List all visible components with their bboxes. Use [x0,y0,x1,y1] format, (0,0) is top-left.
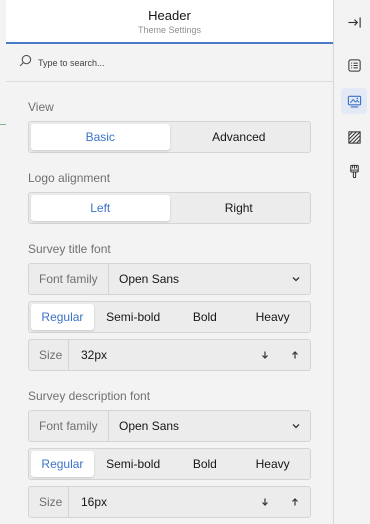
description-size-label: Size [29,487,69,517]
title-font-family-dropdown[interactable]: Font family Open Sans [28,263,311,295]
title-weight-bold[interactable]: Bold [172,304,237,330]
arrow-down-icon[interactable] [250,487,280,517]
settings-content: View Basic Advanced Logo alignment Left … [6,100,333,518]
title-font-weight-toggle: Regular Semi-bold Bold Heavy [28,301,311,333]
description-font-family-value: Open Sans [119,419,180,433]
title-size-label: Size [29,340,69,370]
arrow-down-icon[interactable] [250,340,280,370]
logo-align-left-option[interactable]: Left [31,195,170,221]
description-weight-bold[interactable]: Bold [172,451,237,477]
title-weight-heavy[interactable]: Heavy [237,304,308,330]
title-font-size-stepper: Size 32px [28,339,311,371]
view-toggle: Basic Advanced [28,121,311,153]
title-size-value[interactable]: 32px [69,348,250,362]
theme-image-icon[interactable] [341,88,367,114]
chevron-down-icon[interactable] [282,274,310,284]
search-input[interactable] [38,57,298,68]
view-label: View [28,100,54,114]
logo-align-right-option[interactable]: Right [170,195,309,221]
pattern-icon[interactable] [341,124,367,150]
description-font-size-stepper: Size 16px [28,486,311,518]
brush-icon[interactable] [341,158,367,184]
view-basic-option[interactable]: Basic [31,124,170,150]
arrow-up-icon[interactable] [280,340,310,370]
survey-description-font-label: Survey description font [28,389,151,403]
arrow-up-icon[interactable] [280,487,310,517]
survey-title-font-label: Survey title font [28,242,111,256]
search-icon [19,54,32,72]
panel-title: Header [148,8,191,23]
description-weight-heavy[interactable]: Heavy [237,451,308,477]
description-size-value[interactable]: 16px [69,495,250,509]
list-settings-icon[interactable] [341,52,367,78]
title-font-family-value: Open Sans [119,272,180,286]
title-font-family-label: Font family [29,264,109,294]
description-font-family-label: Font family [29,411,109,441]
description-font-weight-toggle: Regular Semi-bold Bold Heavy [28,448,311,480]
view-advanced-option[interactable]: Advanced [170,124,309,150]
right-toolbar [335,0,370,524]
description-weight-regular[interactable]: Regular [31,451,94,477]
panel-header: Header Theme Settings [6,0,333,44]
settings-panel: Header Theme Settings View Basic Advance… [6,0,334,524]
search-bar [6,44,333,82]
description-weight-semibold[interactable]: Semi-bold [94,451,173,477]
theme-settings-window: Header Theme Settings View Basic Advance… [0,0,370,524]
collapse-panel-icon[interactable] [341,9,367,35]
title-weight-semibold[interactable]: Semi-bold [94,304,173,330]
description-font-family-dropdown[interactable]: Font family Open Sans [28,410,311,442]
chevron-down-icon[interactable] [282,421,310,431]
logo-alignment-toggle: Left Right [28,192,311,224]
title-weight-regular[interactable]: Regular [31,304,94,330]
panel-subtitle: Theme Settings [137,25,202,35]
logo-alignment-label: Logo alignment [28,171,111,185]
